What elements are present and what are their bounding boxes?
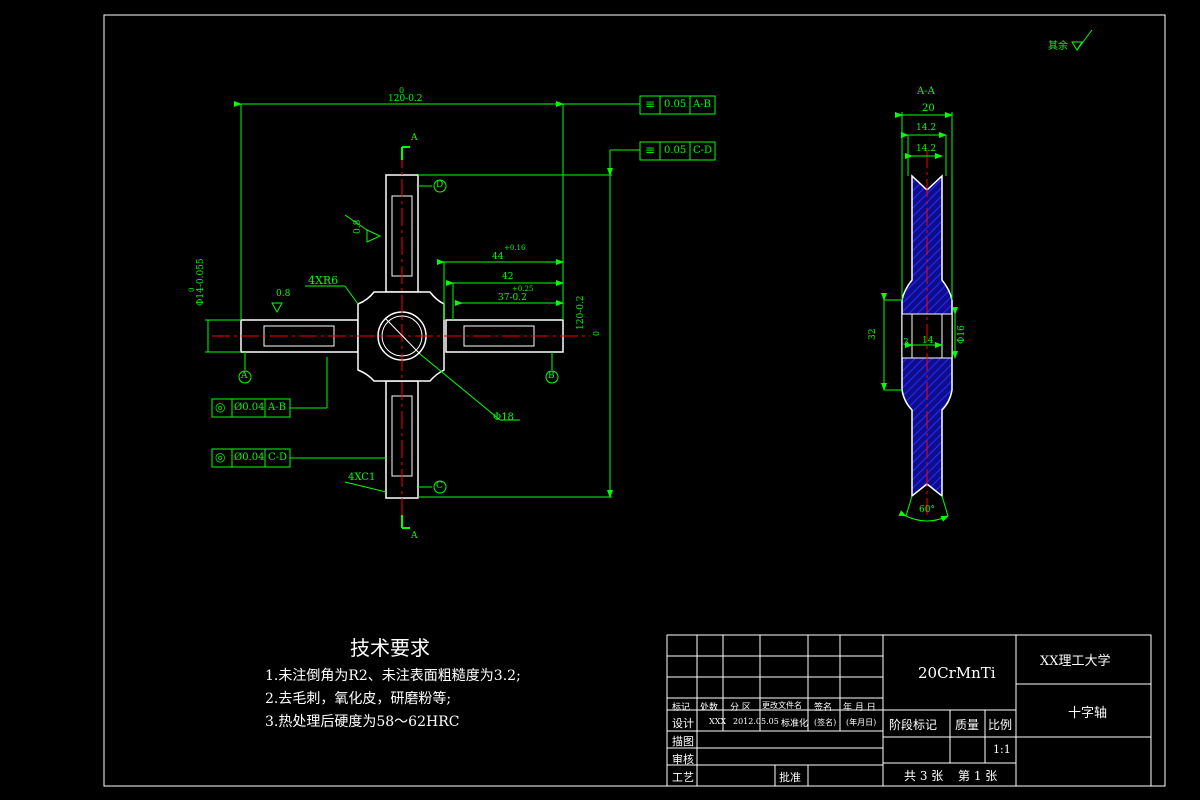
section-label-top: A (411, 133, 418, 143)
tol-sym-ab-datum: A-B (693, 99, 711, 110)
scale-label: 比例 (988, 718, 1013, 732)
check-label: 审核 (672, 753, 694, 766)
designer: XXX (709, 717, 727, 726)
sheets-total: 共 3 张 (904, 769, 944, 783)
dim-overall-height-tol: 0 (592, 330, 601, 336)
roughness-label-a: 0.8 (276, 289, 291, 299)
dim-hole: Φ18 (493, 412, 514, 423)
stage-label: 阶段标记 (889, 718, 938, 732)
drawing-border (103, 14, 1166, 787)
drawing-canvas (103, 14, 1166, 787)
scale-value: 1:1 (993, 743, 1011, 756)
date-placeholder: (年月日) (846, 718, 877, 727)
signature-placeholder: (签名) (814, 718, 837, 727)
dim-20: 20 (922, 103, 935, 114)
roughness-label-b: 0.8 (353, 219, 363, 234)
dim-44-tol: +0.16 (504, 244, 526, 252)
dim-14-2-a: 14.2 (916, 123, 937, 133)
dim-fillet: 4XR6 (308, 274, 339, 287)
surface-finish-label: 其余 (1048, 41, 1068, 52)
sheet-number: 第 1 张 (958, 769, 998, 783)
header-date: 年 月 日 (843, 703, 876, 713)
school-name: XX理工大学 (1040, 654, 1111, 669)
dim-37-tol: +0.25 (512, 285, 534, 293)
tol-coax-ab-datum: A-B (268, 402, 286, 413)
standardization-label: 标准化 (781, 719, 809, 729)
tol-sym-ab-value: 0.05 (664, 99, 687, 110)
dim-44: 44 (492, 252, 504, 262)
section-label-bottom: A (411, 531, 418, 541)
datum-a: A (241, 371, 248, 381)
tol-sym-cd-datum: C-D (693, 145, 713, 156)
tol-sym-cd-value: 0.05 (664, 145, 687, 156)
dim-chamfer: 4XC1 (348, 472, 376, 483)
design-date: 2012.05.05 (733, 717, 779, 726)
weight-label: 质量 (955, 718, 980, 732)
dim-14: 14 (922, 336, 934, 346)
dim-phi16: Φ16 (957, 325, 967, 344)
tol-coax-ab-value: Ø0.04 (234, 402, 265, 413)
draw-label: 描图 (672, 735, 694, 748)
datum-b: B (548, 371, 555, 381)
front-view (205, 95, 716, 529)
design-label: 设计 (672, 717, 694, 730)
header-doc: 更改文件名 (762, 701, 802, 710)
dim-37: 37-0.2 (498, 293, 527, 303)
header-zone: 分 区 (730, 703, 751, 713)
tech-req-title: 技术要求 (350, 636, 430, 660)
material-label: 20CrMnTi (918, 664, 996, 682)
datum-d: D (436, 180, 444, 190)
header-sign: 签名 (814, 703, 833, 713)
dim-overall-height: 120-0.2 (576, 295, 586, 330)
dim-14-2-b: 14.2 (916, 144, 937, 154)
part-name: 十字轴 (1068, 706, 1108, 721)
tol-coax-cd-symbol: ◎ (215, 450, 226, 464)
datum-c: C (436, 481, 443, 491)
section-view (881, 29, 1093, 522)
dim-angle: 60° (919, 505, 935, 515)
approve-label: 批准 (779, 771, 801, 784)
dim-3: 3 (903, 338, 909, 348)
dim-journal: Φ14-0.055 (196, 258, 206, 306)
header-mark: 标记 (672, 703, 691, 713)
view-title: A-A (917, 86, 935, 97)
tol-coax-cd-value: Ø0.04 (234, 452, 265, 463)
tech-req-item-3: 3.热处理后硬度为58～62HRC (265, 714, 460, 730)
tol-sym-ab-symbol: ≡ (645, 97, 656, 111)
tech-req-item-2: 2.去毛刺，氧化皮，研磨粉等; (265, 691, 452, 707)
tech-req-item-1: 1.未注倒角为R2、未注表面粗糙度为3.2; (265, 668, 521, 684)
tol-coax-ab-symbol: ◎ (215, 400, 226, 414)
tol-sym-cd-symbol: ≡ (645, 143, 656, 157)
dim-journal-tol: 0 (188, 287, 196, 292)
dim-overall-width: 120-0.2 (388, 94, 423, 104)
tol-coax-cd-datum: C-D (268, 452, 288, 463)
dim-32: 32 (868, 328, 878, 340)
process-label: 工艺 (672, 771, 694, 784)
header-count: 处数 (700, 703, 719, 713)
dim-42: 42 (502, 272, 514, 282)
